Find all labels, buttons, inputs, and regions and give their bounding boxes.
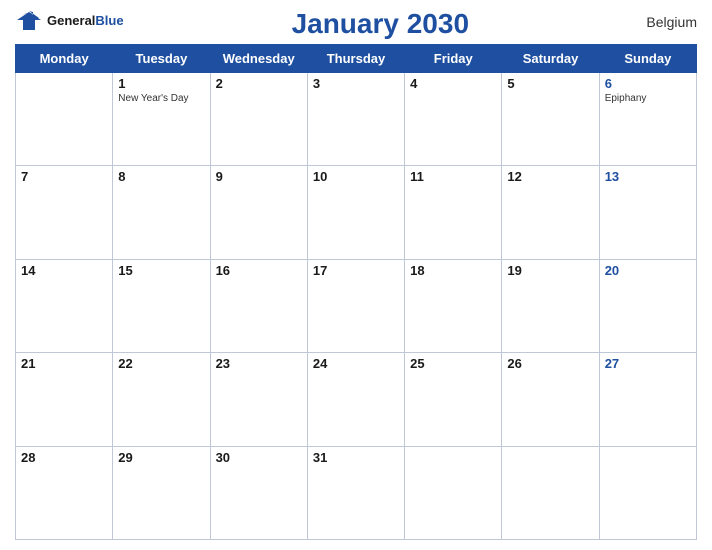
day-number: 13 bbox=[605, 169, 691, 184]
day-number: 27 bbox=[605, 356, 691, 371]
calendar-cell: 28 bbox=[16, 446, 113, 539]
calendar-cell: 2 bbox=[210, 73, 307, 166]
calendar-cell: 12 bbox=[502, 166, 599, 259]
day-number: 4 bbox=[410, 76, 496, 91]
holiday-name: Epiphany bbox=[605, 93, 691, 104]
calendar-cell: 6 Epiphany bbox=[599, 73, 696, 166]
calendar-cell: 25 bbox=[405, 353, 502, 446]
day-number: 5 bbox=[507, 76, 593, 91]
calendar-body: 1New Year's Day23456Epiphany789101112131… bbox=[16, 73, 697, 540]
day-number: 24 bbox=[313, 356, 399, 371]
calendar-cell: 24 bbox=[307, 353, 404, 446]
day-of-week-wednesday: Wednesday bbox=[210, 45, 307, 73]
day-number: 11 bbox=[410, 169, 496, 184]
day-number: 9 bbox=[216, 169, 302, 184]
calendar-cell: 19 bbox=[502, 259, 599, 352]
day-number: 8 bbox=[118, 169, 204, 184]
calendar-cell bbox=[599, 446, 696, 539]
day-number: 30 bbox=[216, 450, 302, 465]
day-number: 31 bbox=[313, 450, 399, 465]
calendar-cell: 9 bbox=[210, 166, 307, 259]
calendar-cell: 31 bbox=[307, 446, 404, 539]
calendar-cell: 17 bbox=[307, 259, 404, 352]
calendar-header: MondayTuesdayWednesdayThursdayFridaySatu… bbox=[16, 45, 697, 73]
day-of-week-sunday: Sunday bbox=[599, 45, 696, 73]
calendar-title: January 2030 bbox=[124, 8, 637, 40]
calendar-cell: 11 bbox=[405, 166, 502, 259]
day-of-week-tuesday: Tuesday bbox=[113, 45, 210, 73]
calendar-cell: 13 bbox=[599, 166, 696, 259]
calendar-cell: 5 bbox=[502, 73, 599, 166]
week-row-5: 28 29 30 31 bbox=[16, 446, 697, 539]
calendar-cell: 16 bbox=[210, 259, 307, 352]
week-row-1: 1 New Year's Day 23456 Epiphany bbox=[16, 73, 697, 166]
country-label: Belgium bbox=[637, 14, 697, 30]
day-number: 25 bbox=[410, 356, 496, 371]
calendar-cell: 22 bbox=[113, 353, 210, 446]
day-number: 12 bbox=[507, 169, 593, 184]
logo-text: GeneralBlue bbox=[47, 12, 124, 30]
day-number: 10 bbox=[313, 169, 399, 184]
day-number: 3 bbox=[313, 76, 399, 91]
calendar-cell bbox=[502, 446, 599, 539]
day-number: 28 bbox=[21, 450, 107, 465]
day-number: 2 bbox=[216, 76, 302, 91]
logo: GeneralBlue bbox=[15, 10, 124, 32]
logo-blue: Blue bbox=[95, 13, 123, 28]
day-number: 19 bbox=[507, 263, 593, 278]
calendar-cell bbox=[16, 73, 113, 166]
day-number: 26 bbox=[507, 356, 593, 371]
day-of-week-monday: Monday bbox=[16, 45, 113, 73]
logo-bird-icon bbox=[15, 10, 43, 32]
day-number: 1 bbox=[118, 76, 204, 91]
day-number: 20 bbox=[605, 263, 691, 278]
week-row-3: 14 15 16 17 18 19 20 bbox=[16, 259, 697, 352]
week-row-4: 21 22 23 24 25 26 27 bbox=[16, 353, 697, 446]
calendar-cell: 20 bbox=[599, 259, 696, 352]
calendar-cell: 7 bbox=[16, 166, 113, 259]
calendar-cell: 29 bbox=[113, 446, 210, 539]
day-number: 6 bbox=[605, 76, 691, 91]
day-number: 17 bbox=[313, 263, 399, 278]
calendar-cell: 18 bbox=[405, 259, 502, 352]
day-number: 21 bbox=[21, 356, 107, 371]
logo-general: General bbox=[47, 13, 95, 28]
day-of-week-friday: Friday bbox=[405, 45, 502, 73]
calendar-cell bbox=[405, 446, 502, 539]
day-number: 18 bbox=[410, 263, 496, 278]
day-number: 29 bbox=[118, 450, 204, 465]
calendar-cell: 26 bbox=[502, 353, 599, 446]
days-of-week-row: MondayTuesdayWednesdayThursdayFridaySatu… bbox=[16, 45, 697, 73]
calendar-table: MondayTuesdayWednesdayThursdayFridaySatu… bbox=[15, 44, 697, 540]
day-number: 23 bbox=[216, 356, 302, 371]
calendar-cell: 1 New Year's Day bbox=[113, 73, 210, 166]
calendar-cell: 21 bbox=[16, 353, 113, 446]
day-number: 15 bbox=[118, 263, 204, 278]
day-of-week-saturday: Saturday bbox=[502, 45, 599, 73]
calendar-cell: 3 bbox=[307, 73, 404, 166]
day-number: 14 bbox=[21, 263, 107, 278]
holiday-name: New Year's Day bbox=[118, 93, 204, 104]
calendar-cell: 4 bbox=[405, 73, 502, 166]
day-number: 22 bbox=[118, 356, 204, 371]
calendar-cell: 30 bbox=[210, 446, 307, 539]
calendar-cell: 10 bbox=[307, 166, 404, 259]
calendar-cell: 23 bbox=[210, 353, 307, 446]
week-row-2: 789 10 11 12 13 bbox=[16, 166, 697, 259]
calendar-cell: 8 bbox=[113, 166, 210, 259]
calendar-cell: 15 bbox=[113, 259, 210, 352]
calendar-cell: 27 bbox=[599, 353, 696, 446]
day-of-week-thursday: Thursday bbox=[307, 45, 404, 73]
page-header: GeneralBlue January 2030 Belgium bbox=[15, 10, 697, 40]
calendar-cell: 14 bbox=[16, 259, 113, 352]
day-number: 7 bbox=[21, 169, 107, 184]
day-number: 16 bbox=[216, 263, 302, 278]
